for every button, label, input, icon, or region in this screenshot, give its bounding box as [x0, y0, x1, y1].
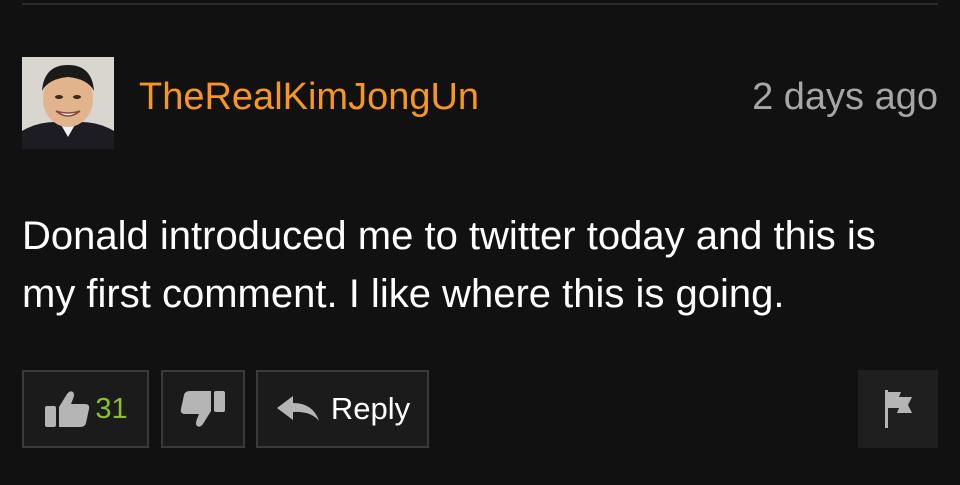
reply-arrow-icon [275, 394, 321, 424]
dislike-button[interactable] [161, 370, 245, 448]
username-link[interactable]: TheRealKimJongUn [139, 74, 479, 120]
flag-icon [881, 388, 915, 430]
thumbs-down-icon [179, 389, 227, 429]
like-button[interactable]: 31 [22, 370, 149, 448]
comment-body: Donald introduced me to twitter today an… [22, 214, 876, 316]
like-count: 31 [95, 392, 128, 425]
avatar[interactable] [22, 57, 114, 149]
reply-button[interactable]: Reply [256, 370, 429, 448]
top-divider [22, 3, 938, 5]
reply-label: Reply [330, 391, 411, 426]
thumbs-up-icon [43, 389, 91, 429]
comment-timestamp: 2 days ago [752, 76, 938, 118]
flag-button[interactable] [858, 370, 938, 448]
